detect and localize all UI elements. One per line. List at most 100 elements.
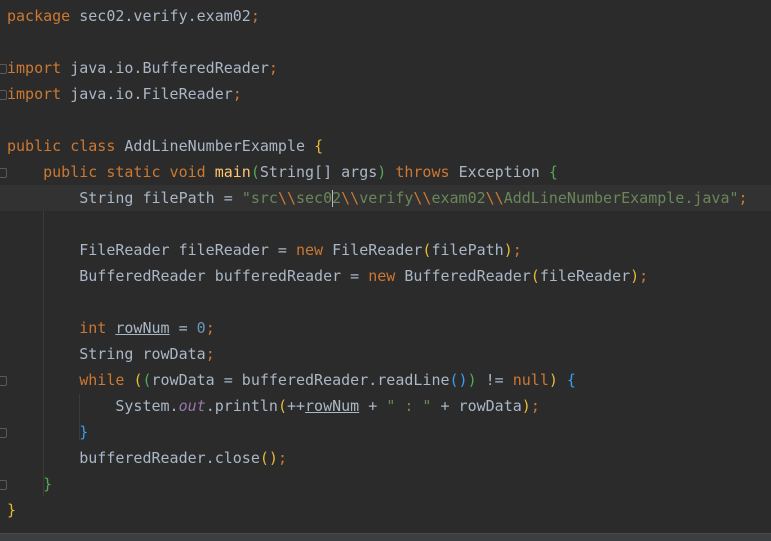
code-token: rowNum — [305, 397, 360, 415]
code-line-text: import java.io.FileReader; — [7, 81, 242, 107]
code-token: BufferedReader — [404, 267, 531, 285]
code-line[interactable]: while ((rowData = bufferedReader.readLin… — [0, 367, 771, 393]
code-token: } — [7, 501, 17, 519]
horizontal-scrollbar[interactable] — [0, 533, 771, 541]
code-token: import — [7, 59, 62, 77]
code-token: package — [7, 7, 71, 25]
code-line[interactable]: BufferedReader bufferedReader = new Buff… — [0, 263, 771, 289]
code-editor[interactable]: package sec02.verify.exam02; import java.… — [0, 0, 771, 541]
fold-marker-icon[interactable] — [0, 480, 7, 490]
code-token: BufferedReader bufferedReader = — [7, 267, 369, 285]
fold-marker-icon[interactable] — [0, 90, 7, 100]
code-token: public static void — [43, 163, 215, 181]
code-line-text: public static void main(String[] args) t… — [7, 159, 558, 185]
code-token: } — [79, 423, 89, 441]
code-line[interactable] — [0, 29, 771, 55]
code-token: fileReader — [539, 267, 631, 285]
code-line[interactable]: package sec02.verify.exam02; — [0, 3, 771, 29]
fold-marker-icon[interactable] — [0, 64, 7, 74]
code-line[interactable]: public static void main(String[] args) t… — [0, 159, 771, 185]
code-token: ; — [232, 85, 242, 103]
code-token: null — [512, 371, 549, 389]
code-line-text: } — [7, 471, 52, 497]
code-line[interactable]: int rowNum = 0; — [0, 315, 771, 341]
text-caret — [332, 190, 334, 207]
code-line[interactable]: import java.io.BufferedReader; — [0, 55, 771, 81]
code-token: System. — [7, 397, 179, 415]
code-token: while — [79, 371, 134, 389]
code-line-text: BufferedReader bufferedReader = new Buff… — [7, 263, 648, 289]
code-line[interactable]: } — [0, 419, 771, 445]
code-token: out — [178, 397, 206, 415]
code-token: () — [449, 371, 468, 389]
code-token: main — [214, 163, 251, 181]
code-line-text: String filePath = "src\\sec02\\verify\\e… — [7, 185, 748, 211]
code-token: String[] args — [259, 163, 378, 181]
code-token: ( — [142, 371, 152, 389]
code-line[interactable] — [0, 289, 771, 315]
code-token: { — [566, 371, 576, 389]
code-token: 0 — [196, 319, 206, 337]
code-line[interactable]: } — [0, 497, 771, 523]
code-token: new — [368, 267, 405, 285]
code-token: rowData = bufferedReader.readLine — [151, 371, 450, 389]
code-token: ( — [530, 267, 540, 285]
code-line[interactable] — [0, 211, 771, 237]
code-token: \\ — [413, 189, 432, 207]
code-token: verify — [359, 189, 414, 207]
code-line[interactable] — [0, 107, 771, 133]
code-line[interactable]: String filePath = "src\\sec02\\verify\\e… — [0, 185, 771, 211]
code-line-text: package sec02.verify.exam02; — [7, 3, 260, 29]
fold-marker-icon[interactable] — [0, 428, 7, 438]
code-token: = — [169, 319, 197, 337]
code-token: import — [7, 85, 62, 103]
code-line[interactable]: String rowData; — [0, 341, 771, 367]
code-token: ++ — [286, 397, 306, 415]
code-token: ) — [503, 241, 513, 259]
code-line-text: } — [7, 419, 88, 445]
code-line[interactable]: import java.io.FileReader; — [0, 81, 771, 107]
code-token: FileReader — [332, 241, 423, 259]
code-token: public class — [7, 137, 125, 155]
code-token: new — [295, 241, 333, 259]
code-token: ) — [521, 397, 531, 415]
code-token: java.io.BufferedReader — [61, 59, 269, 77]
fold-marker-icon[interactable] — [0, 376, 7, 386]
code-token: bufferedReader.close — [7, 449, 260, 467]
code-token: FileReader fileReader = — [7, 241, 296, 259]
code-token: ; — [639, 267, 649, 285]
code-line[interactable]: FileReader fileReader = new FileReader(f… — [0, 237, 771, 263]
code-token: exam02 — [431, 189, 486, 207]
code-token: \\ — [485, 189, 504, 207]
code-token: \\ — [277, 189, 296, 207]
code-token: ) — [548, 371, 558, 389]
code-line[interactable]: public class AddLineNumberExample { — [0, 133, 771, 159]
code-token: ; — [268, 59, 278, 77]
code-line-text: System.out.println(++rowNum + " : " + ro… — [7, 393, 540, 419]
code-token: \\ — [341, 189, 360, 207]
code-token: Exception — [458, 163, 549, 181]
code-token: } — [43, 475, 53, 493]
code-line-text: } — [7, 497, 16, 523]
code-line-text: import java.io.BufferedReader; — [7, 55, 278, 81]
code-token: ; — [512, 241, 522, 259]
code-token: ( — [250, 163, 260, 181]
code-token: " : " — [386, 397, 432, 415]
code-token: String filePath = — [7, 189, 242, 207]
code-token: .println — [205, 397, 278, 415]
code-token: ; — [530, 397, 540, 415]
code-line[interactable]: System.out.println(++rowNum + " : " + ro… — [0, 393, 771, 419]
code-line[interactable]: bufferedReader.close(); — [0, 445, 771, 471]
code-line-text: int rowNum = 0; — [7, 315, 214, 341]
code-token: != — [476, 371, 513, 389]
code-token: AddLineNumberExample.java" — [503, 189, 739, 207]
code-token: ; — [738, 189, 748, 207]
code-line[interactable]: } — [0, 471, 771, 497]
fold-marker-icon[interactable] — [0, 168, 7, 178]
code-token: ) — [377, 163, 387, 181]
